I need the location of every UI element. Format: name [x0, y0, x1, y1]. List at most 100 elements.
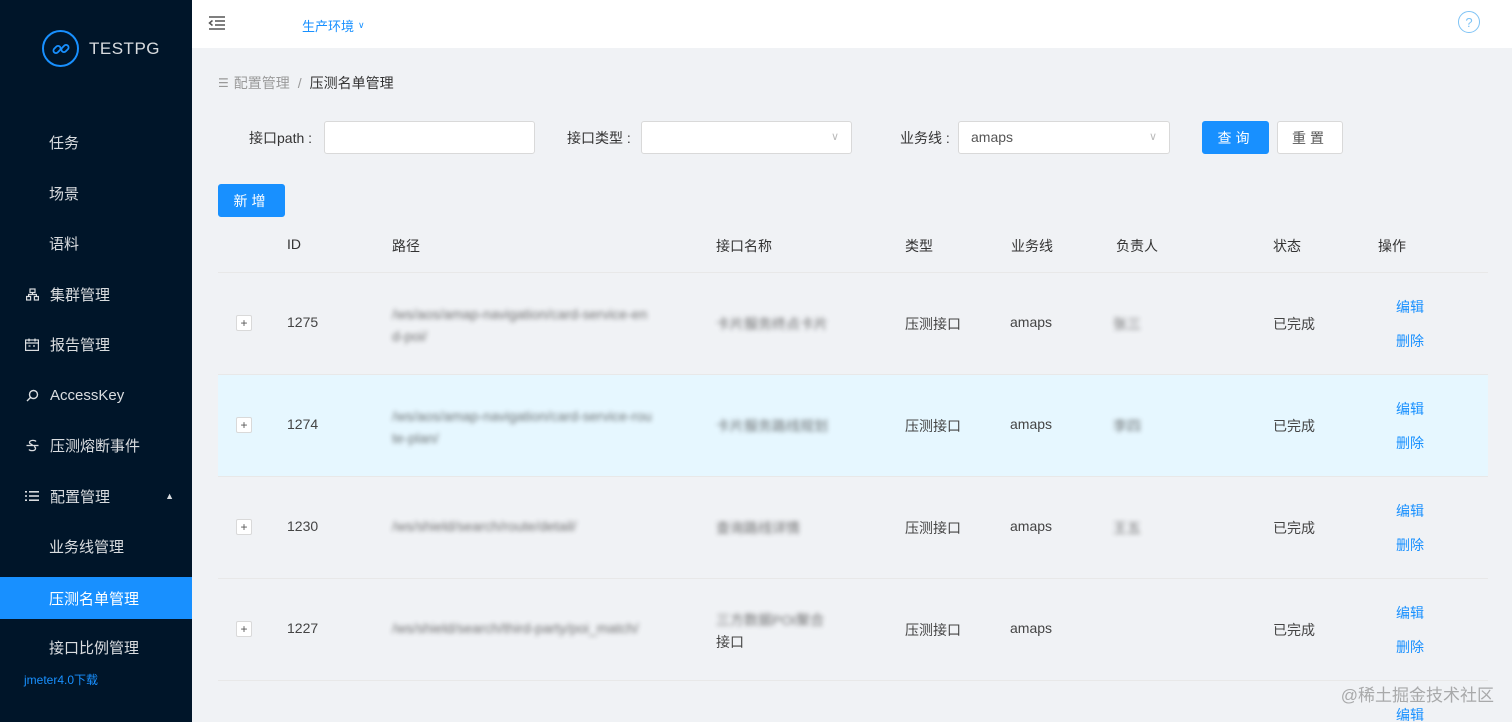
delete-link[interactable]: 删除: [1396, 331, 1424, 351]
row-name: 三方数据POI聚合 接口: [716, 609, 824, 653]
row-name-line: 三方数据POI聚合: [716, 612, 825, 628]
sidebar-item-tasks[interactable]: 任务: [0, 121, 192, 163]
row-path-line: /ws/aos/amap-navigation/card-service-en: [392, 306, 648, 322]
expand-row-icon[interactable]: +: [236, 519, 252, 535]
strikethrough-icon: [24, 439, 40, 452]
column-header-id: ID: [287, 236, 301, 252]
row-name-line: 接口: [716, 634, 744, 650]
column-header-actions: 操作: [1378, 238, 1406, 254]
sidebar-item-api-ratio[interactable]: 接口比例管理: [0, 626, 192, 668]
delete-link[interactable]: 删除: [1396, 535, 1424, 555]
sidebar: TESTPG 任务 场景 语料 集群管理 报告管理 AccessKey 压测熔断…: [0, 0, 192, 722]
search-button[interactable]: 查询: [1202, 121, 1269, 154]
watermark: @稀土掘金技术社区: [1340, 686, 1494, 705]
row-name: 卡片服务终点卡片: [716, 316, 828, 332]
sidebar-item-label: 语料: [49, 235, 80, 253]
app-logo[interactable]: TESTPG: [42, 30, 160, 67]
edit-link[interactable]: 编辑: [1396, 297, 1424, 317]
sidebar-item-reports[interactable]: 报告管理: [0, 323, 192, 365]
sidebar-item-accesskey[interactable]: AccessKey: [0, 374, 192, 416]
row-path: /ws/shield/search/third-party/poi_match/: [392, 620, 639, 636]
edit-link[interactable]: 编辑: [1396, 705, 1424, 722]
sidebar-item-label: 压测熔断事件: [50, 437, 141, 455]
row-status: 已完成: [1273, 622, 1315, 638]
breadcrumb: ☰ 配置管理 / 压测名单管理: [218, 73, 394, 93]
business-line-select[interactable]: amaps ∨: [958, 121, 1170, 154]
row-type: 压测接口: [905, 520, 961, 536]
sidebar-item-scenes[interactable]: 场景: [0, 172, 192, 214]
chevron-up-icon: ▲: [165, 491, 174, 501]
row-type: 压测接口: [905, 418, 961, 434]
column-header-path: 路径: [392, 238, 420, 254]
stress-list-table: ID 路径 接口名称 类型 业务线 负责人 状态 操作 + 1275 /ws/a…: [218, 218, 1488, 722]
row-business-line: amaps: [1010, 314, 1053, 330]
top-header: 生产环境 ∨ ?: [192, 0, 1512, 48]
jmeter-download-link[interactable]: jmeter4.0下载: [24, 671, 98, 688]
add-button[interactable]: 新增: [218, 184, 285, 217]
sidebar-item-cluster[interactable]: 集群管理: [0, 273, 192, 315]
chevron-down-icon: ∨: [1148, 131, 1157, 143]
row-path-line: d-poi/: [392, 328, 428, 344]
row-path-line: te-plan/: [392, 430, 439, 446]
row-path-line: /ws/shield/search/third-party/poi_match/: [392, 620, 639, 636]
edit-link[interactable]: 编辑: [1396, 501, 1424, 521]
column-header-owner: 负责人: [1116, 238, 1158, 254]
breadcrumb-parent[interactable]: 配置管理: [234, 73, 290, 93]
table-row: 编辑: [218, 681, 1488, 722]
table-header: ID 路径 接口名称 类型 业务线 负责人 状态 操作: [218, 218, 1488, 273]
calendar-icon: [24, 338, 40, 351]
list-icon: [24, 490, 40, 502]
business-line-value: amaps: [971, 129, 1014, 145]
sidebar-item-corpus[interactable]: 语料: [0, 222, 192, 264]
row-id: 1230: [287, 518, 319, 534]
sidebar-item-label: 集群管理: [50, 286, 111, 304]
sidebar-item-business-lines[interactable]: 业务线管理: [0, 525, 192, 567]
table-row: + 1227 /ws/shield/search/third-party/poi…: [218, 579, 1488, 681]
row-path-line: /ws/shield/search/route/detail/: [392, 518, 577, 534]
environment-select[interactable]: 生产环境 ∨: [302, 16, 365, 35]
sidebar-item-label: 压测名单管理: [49, 590, 140, 608]
sidebar-item-config[interactable]: 配置管理 ▲: [0, 475, 192, 517]
table-row: + 1230 /ws/shield/search/route/detail/ 查…: [218, 477, 1488, 579]
sidebar-item-stress-list[interactable]: 压测名单管理: [0, 577, 192, 619]
expand-row-icon[interactable]: +: [236, 417, 252, 433]
menu-fold-icon[interactable]: [208, 14, 226, 32]
delete-link[interactable]: 删除: [1396, 637, 1424, 657]
row-owner: 王五: [1113, 520, 1141, 536]
row-type: 压测接口: [905, 316, 961, 332]
row-type: 压测接口: [905, 622, 961, 638]
delete-link[interactable]: 删除: [1396, 433, 1424, 453]
sidebar-item-label: 接口比例管理: [49, 639, 140, 657]
chevron-down-icon: ∨: [830, 131, 839, 143]
row-business-line: amaps: [1010, 518, 1053, 534]
row-status: 已完成: [1273, 316, 1315, 332]
breadcrumb-separator: /: [297, 75, 302, 91]
type-select[interactable]: ∨: [641, 121, 852, 154]
sidebar-item-label: 配置管理: [50, 488, 111, 506]
cluster-icon: [24, 287, 40, 301]
row-id: 1227: [287, 620, 319, 636]
path-input[interactable]: [324, 121, 535, 154]
sidebar-item-circuit-breaker[interactable]: 压测熔断事件: [0, 424, 192, 466]
path-filter-label: 接口path :: [249, 130, 313, 146]
expand-row-icon[interactable]: +: [236, 621, 252, 637]
chevron-down-icon: ∨: [358, 20, 365, 30]
row-path: /ws/shield/search/route/detail/: [392, 518, 576, 534]
expand-row-icon[interactable]: +: [236, 315, 252, 331]
row-business-line: amaps: [1010, 620, 1053, 636]
sidebar-item-label: AccessKey: [50, 386, 125, 404]
type-filter-label: 接口类型 :: [567, 130, 631, 146]
breadcrumb-current: 压测名单管理: [309, 75, 394, 91]
row-status: 已完成: [1273, 418, 1315, 434]
edit-link[interactable]: 编辑: [1396, 399, 1424, 419]
list-icon: ☰: [218, 76, 229, 90]
sidebar-item-label: 报告管理: [50, 336, 111, 354]
sidebar-item-label: 场景: [49, 185, 80, 203]
row-path-line: /ws/aos/amap-navigation/card-service-rou: [392, 408, 652, 424]
edit-link[interactable]: 编辑: [1396, 603, 1424, 623]
app-name: TESTPG: [89, 38, 161, 58]
help-icon[interactable]: ?: [1458, 11, 1480, 33]
reset-button[interactable]: 重置: [1277, 121, 1343, 154]
row-path: /ws/aos/amap-navigation/card-service-rou…: [392, 405, 652, 449]
sidebar-item-label: 任务: [49, 134, 80, 152]
